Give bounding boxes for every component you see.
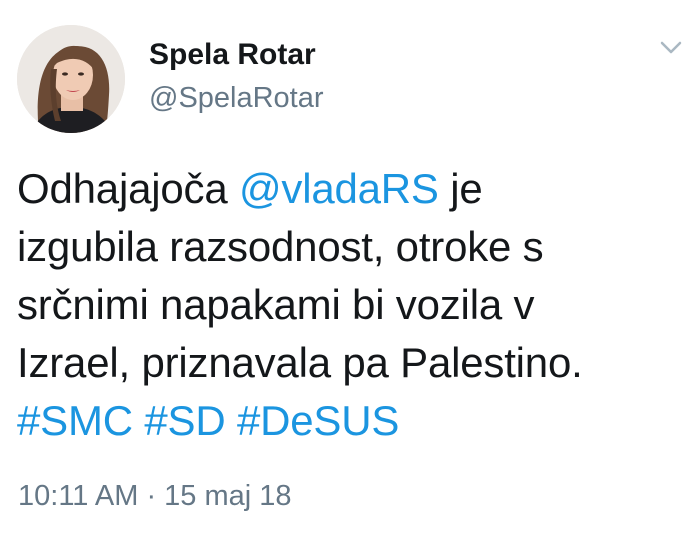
tweet-line-1: Odhajajoča @vladaRS je xyxy=(17,160,682,218)
tweet-date: 15 maj 18 xyxy=(164,480,292,512)
tweet-line-3: srčnimi napakami bi vozila v xyxy=(17,281,535,328)
tweet-text: Odhajajoča @vladaRS je izgubila razsodno… xyxy=(17,160,682,450)
tweet-timestamp[interactable]: 10:11 AM · 15 maj 18 xyxy=(18,478,292,514)
tweet-card: Spela Rotar @SpelaRotar Odhajajoča @vlad… xyxy=(0,0,686,542)
author-name[interactable]: Spela Rotar xyxy=(149,37,316,73)
hashtag-sd[interactable]: #SD xyxy=(144,397,225,444)
chevron-down-icon[interactable] xyxy=(659,38,683,58)
tweet-time: 10:11 AM xyxy=(18,480,139,512)
author-handle[interactable]: @SpelaRotar xyxy=(149,80,324,116)
tweet-text-suffix: je xyxy=(438,165,483,212)
hashtag-smc[interactable]: #SMC xyxy=(17,397,133,444)
tweet-line-4: Izrael, priznavala pa Palestino. xyxy=(17,339,583,386)
hashtag-line: #SMC #SD #DeSUS xyxy=(17,392,682,450)
tweet-text-prefix: Odhajajoča xyxy=(17,165,239,212)
avatar[interactable] xyxy=(17,25,125,133)
timestamp-separator: · xyxy=(138,480,165,512)
mention-link[interactable]: @vladaRS xyxy=(239,165,439,212)
tweet-line-2: izgubila razsodnost, otroke s xyxy=(17,223,544,270)
hashtag-desus[interactable]: #DeSUS xyxy=(237,397,399,444)
